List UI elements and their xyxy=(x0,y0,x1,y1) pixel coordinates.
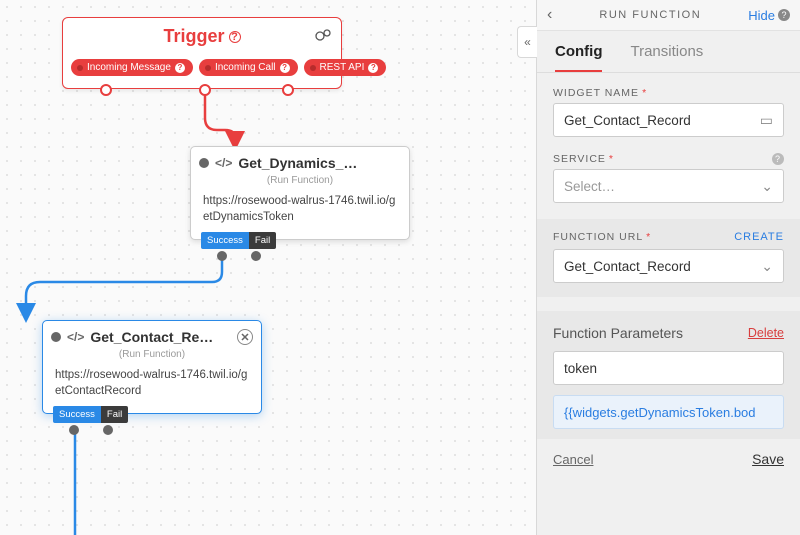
trigger-port-message[interactable] xyxy=(100,84,112,96)
widget-get-contact[interactable]: </> Get_Contact_Re… ✕ (Run Function) htt… xyxy=(42,320,262,414)
panel-tabs: Config Transitions xyxy=(537,31,800,73)
widget-name-label: WIDGET NAME* xyxy=(553,87,784,99)
service-label: SERVICE*? xyxy=(553,153,784,165)
save-button[interactable]: Save xyxy=(752,451,784,467)
widget-name-input[interactable]: Get_Contact_Record ▭ xyxy=(553,103,784,137)
chevron-down-icon: ⌄ xyxy=(761,178,773,195)
panel-footer: Cancel Save xyxy=(537,439,800,479)
trigger-port-rest[interactable] xyxy=(282,84,294,96)
widget-title: Get_Contact_Re… xyxy=(90,329,213,345)
panel-title: RUN FUNCTION xyxy=(552,9,748,21)
code-icon: </> xyxy=(67,330,84,344)
tab-config[interactable]: Config xyxy=(555,43,602,72)
close-icon[interactable]: ✕ xyxy=(237,329,253,345)
outcome-success[interactable]: Success xyxy=(201,232,249,249)
tab-transitions[interactable]: Transitions xyxy=(630,43,703,72)
create-link[interactable]: CREATE xyxy=(734,231,784,243)
service-select[interactable]: Select… ⌄ xyxy=(553,169,784,203)
widget-type: (Run Function) xyxy=(191,173,409,194)
widget-get-dynamics[interactable]: </> Get_Dynamics_… (Run Function) https:… xyxy=(190,146,410,240)
port-success[interactable] xyxy=(217,251,227,261)
port-fail[interactable] xyxy=(103,425,113,435)
param-key-input[interactable]: token xyxy=(553,351,784,385)
collapse-panel-button[interactable]: « xyxy=(517,26,537,58)
chevron-down-icon: ⌄ xyxy=(761,258,773,275)
function-url-label: FUNCTION URL*CREATE xyxy=(553,231,784,243)
flow-canvas[interactable]: Trigger ? Incoming Message? Incoming Cal… xyxy=(0,0,536,535)
trigger-node[interactable]: Trigger ? Incoming Message? Incoming Cal… xyxy=(62,17,342,89)
help-icon: ? xyxy=(229,31,241,43)
code-icon: </> xyxy=(215,156,232,170)
trigger-pill-message[interactable]: Incoming Message? xyxy=(71,59,193,76)
param-value-input[interactable]: {{widgets.getDynamicsToken.bod xyxy=(553,395,784,429)
outcome-fail[interactable]: Fail xyxy=(249,232,276,249)
port-fail[interactable] xyxy=(251,251,261,261)
trigger-port-call[interactable] xyxy=(199,84,211,96)
function-parameters-label: Function Parameters xyxy=(553,325,683,341)
id-card-icon: ▭ xyxy=(760,112,773,129)
input-port-icon xyxy=(199,158,209,168)
inspector-panel: « ‹ RUN FUNCTION Hide? Config Transition… xyxy=(536,0,800,535)
gear-icon[interactable] xyxy=(315,26,333,47)
hide-button[interactable]: Hide? xyxy=(748,8,790,23)
widget-title: Get_Dynamics_… xyxy=(238,155,357,171)
trigger-title: Trigger xyxy=(163,26,224,47)
delete-param-link[interactable]: Delete xyxy=(748,326,784,340)
trigger-pill-rest[interactable]: REST API? xyxy=(304,59,387,76)
trigger-pill-call[interactable]: Incoming Call? xyxy=(199,59,298,76)
help-icon: ? xyxy=(778,9,790,21)
input-port-icon xyxy=(51,332,61,342)
cancel-button[interactable]: Cancel xyxy=(553,452,593,467)
function-url-select[interactable]: Get_Contact_Record ⌄ xyxy=(553,249,784,283)
widget-type: (Run Function) xyxy=(43,347,261,368)
port-success[interactable] xyxy=(69,425,79,435)
panel-header: ‹ RUN FUNCTION Hide? xyxy=(537,0,800,31)
help-icon[interactable]: ? xyxy=(772,153,784,165)
outcome-success[interactable]: Success xyxy=(53,406,101,423)
outcome-fail[interactable]: Fail xyxy=(101,406,128,423)
